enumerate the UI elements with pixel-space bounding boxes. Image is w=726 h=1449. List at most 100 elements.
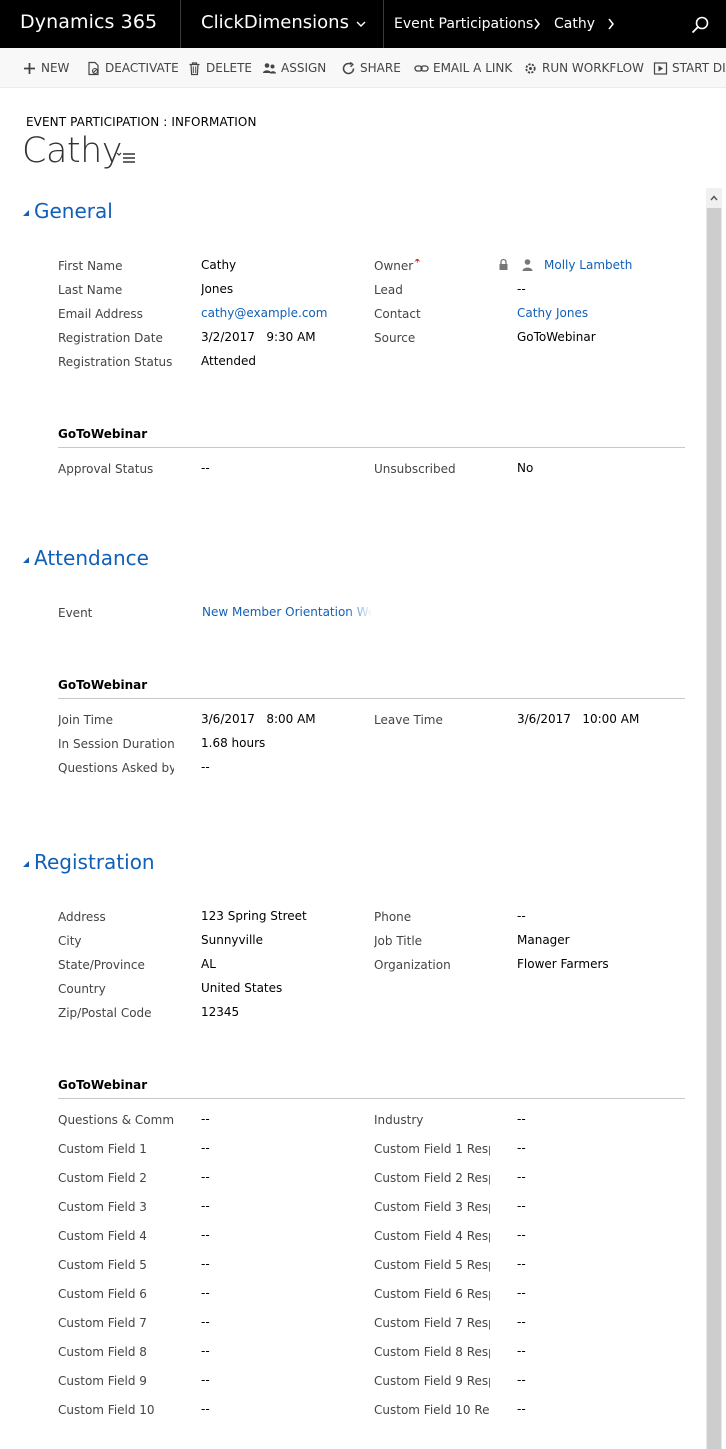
field-value-gtw-right[interactable]: --	[517, 1286, 697, 1300]
field-value-last-name[interactable]: Jones	[201, 282, 371, 296]
field-label-state: State/Province	[58, 958, 145, 972]
field-value-first-name[interactable]: Cathy	[201, 258, 371, 272]
owner-label-text: Owner	[374, 259, 414, 273]
scrollbar-thumb[interactable]	[707, 208, 721, 1449]
collapse-triangle-icon	[23, 861, 29, 867]
field-value-gtw-left[interactable]: --	[201, 1286, 371, 1300]
field-value-contact-link[interactable]: Cathy Jones	[517, 306, 697, 320]
field-value-gtw-right[interactable]: --	[517, 1228, 697, 1242]
field-value-gtw-left[interactable]: --	[201, 1170, 371, 1184]
field-value-gtw-right[interactable]: --	[517, 1315, 697, 1329]
app-switcher[interactable]: ClickDimensions	[201, 12, 349, 33]
field-label-phone: Phone	[374, 910, 412, 924]
field-value-event-link[interactable]: New Member Orientation Webinar	[202, 605, 372, 619]
new-button[interactable]: NEW	[22, 48, 70, 87]
field-value-approval-status[interactable]: --	[201, 461, 371, 475]
subsection-gotowebinar-attendance: GoToWebinar	[58, 678, 685, 699]
section-registration-header[interactable]: Registration	[22, 850, 155, 874]
delete-button-label: DELETE	[206, 61, 253, 75]
chevron-right-icon[interactable]	[606, 16, 616, 32]
field-value-gtw-right[interactable]: --	[517, 1257, 697, 1271]
collapse-triangle-icon	[23, 557, 29, 563]
field-value-gtw-right[interactable]: --	[517, 1112, 697, 1126]
start-dialog-button[interactable]: START DIA	[653, 48, 726, 87]
subsection-gotowebinar-registration: GoToWebinar	[58, 1078, 685, 1099]
field-label-gtw-right: Custom Field 2 Response	[374, 1171, 490, 1185]
field-value-registration-status[interactable]: Attended	[201, 354, 371, 368]
breadcrumb-record[interactable]: Cathy	[554, 16, 595, 32]
field-value-lead[interactable]: --	[517, 282, 697, 296]
field-value-leave-time[interactable]: 3/6/2017 10:00 AM	[517, 712, 697, 726]
subsection-gotowebinar-general: GoToWebinar	[58, 427, 685, 448]
link-icon	[414, 64, 429, 72]
field-value-gtw-left[interactable]: --	[201, 1199, 371, 1213]
field-value-gtw-left[interactable]: --	[201, 1112, 371, 1126]
top-nav-bar: Dynamics 365 ClickDimensions Event Parti…	[0, 0, 726, 48]
section-general-header[interactable]: General	[22, 199, 113, 223]
field-value-gtw-left[interactable]: --	[201, 1257, 371, 1271]
scroll-up-button[interactable]	[706, 188, 722, 208]
field-value-city[interactable]: Sunnyville	[201, 933, 371, 947]
field-value-gtw-right[interactable]: --	[517, 1170, 697, 1184]
assign-icon	[263, 62, 276, 73]
field-value-owner-link[interactable]: Molly Lambeth	[544, 258, 694, 272]
breadcrumb-event-participations[interactable]: Event Participations	[394, 16, 533, 32]
field-value-gtw-right[interactable]: --	[517, 1344, 697, 1358]
field-value-phone[interactable]: --	[517, 909, 697, 923]
share-button[interactable]: SHARE	[341, 48, 401, 87]
field-value-gtw-right[interactable]: --	[517, 1199, 697, 1213]
chevron-down-icon[interactable]	[355, 18, 367, 30]
field-value-email-link[interactable]: cathy@example.com	[201, 306, 371, 320]
field-value-gtw-right[interactable]: --	[517, 1402, 697, 1416]
nav-divider	[383, 0, 384, 48]
field-value-zip[interactable]: 12345	[201, 1005, 371, 1019]
search-icon[interactable]	[690, 15, 710, 35]
brand-dynamics-365[interactable]: Dynamics 365	[20, 11, 157, 33]
command-bar: NEW DEACTIVATE DELETE ASSIGN SHARE EMAIL…	[0, 48, 726, 88]
field-value-address[interactable]: 123 Spring Street	[201, 909, 371, 923]
deactivate-button-label: DEACTIVATE	[105, 61, 179, 75]
field-value-gtw-left[interactable]: --	[201, 1402, 371, 1416]
field-value-in-session-duration[interactable]: 1.68 hours	[201, 736, 371, 750]
field-label-contact: Contact	[374, 307, 421, 321]
page-title: Cathy	[22, 131, 123, 171]
section-attendance-header[interactable]: Attendance	[22, 546, 149, 570]
field-label-gtw-right: Custom Field 1 Response	[374, 1142, 490, 1156]
field-value-gtw-left[interactable]: --	[201, 1373, 371, 1387]
field-label-gtw-right: Custom Field 4 Response	[374, 1229, 490, 1243]
field-value-registration-date[interactable]: 3/2/2017 9:30 AM	[201, 330, 371, 344]
field-label-gtw-left: Custom Field 2	[58, 1171, 147, 1185]
run-workflow-button[interactable]: RUN WORKFLOW	[523, 48, 644, 87]
field-value-unsubscribed[interactable]: No	[517, 461, 697, 475]
assign-button[interactable]: ASSIGN	[262, 48, 327, 87]
field-value-organization[interactable]: Flower Farmers	[517, 957, 697, 971]
field-label-source: Source	[374, 331, 416, 345]
field-value-join-time[interactable]: 3/6/2017 8:00 AM	[201, 712, 371, 726]
chevron-up-icon	[710, 195, 718, 201]
field-value-country[interactable]: United States	[201, 981, 371, 995]
entity-form-label: EVENT PARTICIPATION : INFORMATION	[26, 115, 257, 129]
field-label-gtw-left: Custom Field 7	[58, 1316, 147, 1330]
field-value-gtw-right[interactable]: --	[517, 1141, 697, 1155]
email-a-link-button[interactable]: EMAIL A LINK	[414, 48, 512, 87]
form-selector-icon[interactable]	[116, 150, 136, 164]
deactivate-button[interactable]: DEACTIVATE	[86, 48, 179, 87]
field-label-join-time: Join Time	[58, 713, 114, 727]
field-value-gtw-left[interactable]: --	[201, 1315, 371, 1329]
field-value-gtw-right[interactable]: --	[517, 1373, 697, 1387]
delete-button[interactable]: DELETE	[187, 48, 253, 87]
field-value-gtw-left[interactable]: --	[201, 1344, 371, 1358]
chevron-right-icon	[534, 18, 540, 30]
field-label-registration-status: Registration Status	[58, 355, 173, 369]
play-icon	[653, 61, 668, 75]
assign-button-label: ASSIGN	[281, 61, 327, 75]
field-value-gtw-left[interactable]: --	[201, 1141, 371, 1155]
start-dialog-button-label: START DIA	[672, 61, 726, 75]
new-button-label: NEW	[41, 61, 70, 75]
field-value-job-title[interactable]: Manager	[517, 933, 697, 947]
field-value-gtw-left[interactable]: --	[201, 1228, 371, 1242]
field-value-state[interactable]: AL	[201, 957, 371, 971]
field-label-zip: Zip/Postal Code	[58, 1006, 152, 1020]
field-value-source[interactable]: GoToWebinar	[517, 330, 697, 344]
field-value-questions-asked[interactable]: --	[201, 760, 371, 774]
